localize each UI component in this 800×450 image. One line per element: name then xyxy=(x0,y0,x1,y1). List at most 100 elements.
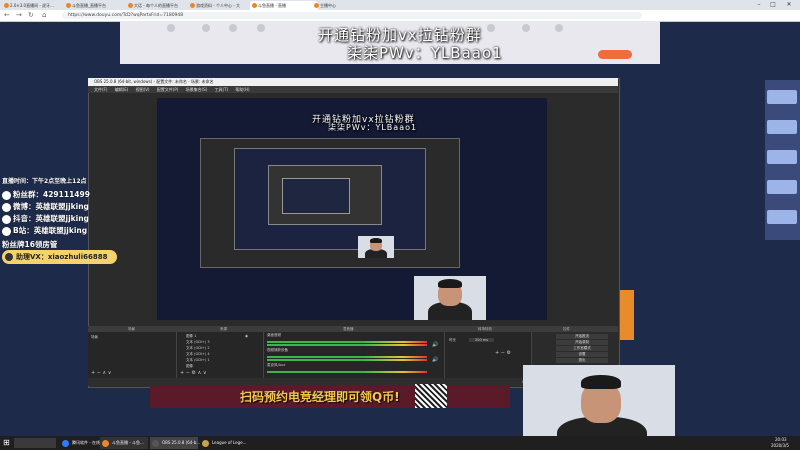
add-source-button[interactable]: + − ⚙ ∧ ∨ xyxy=(180,370,207,376)
browser-tab[interactable]: 游戏资料 - 个人中心 - 大 xyxy=(188,1,256,10)
browser-tab[interactable]: 主播中心 xyxy=(312,1,380,10)
speaker-icon[interactable]: 🔊 xyxy=(432,357,438,363)
source-item[interactable]: 文本 (GDI+) 2 xyxy=(186,346,210,351)
nav-item[interactable] xyxy=(515,24,537,34)
schedule-text: 直播时间：下午2点至晚上12点 xyxy=(2,178,87,185)
nav-item[interactable] xyxy=(195,24,217,34)
bilibili-line: B站：英雄联盟jjking xyxy=(2,225,87,236)
home-icon[interactable]: ⌂ xyxy=(42,11,46,19)
ad-block[interactable] xyxy=(767,180,797,194)
menu-item-view[interactable]: 视图(V) xyxy=(136,87,150,92)
source-item[interactable]: 文本 (GDI+) 1 xyxy=(186,358,210,363)
audio-meter xyxy=(267,344,427,346)
overlay-line-2: 柒柒PWv：YLBaao1 xyxy=(347,44,503,62)
chrome-icon xyxy=(102,440,109,447)
close-icon[interactable]: ✕ xyxy=(782,0,796,10)
nav-item[interactable] xyxy=(250,24,272,34)
wechat-assistant-badge: 助理VX：xiaozhuli66888 xyxy=(2,250,117,264)
tab-favicon-icon xyxy=(190,3,195,8)
source-item[interactable]: 文本 (GDI+) 4 xyxy=(186,352,210,357)
obs-title-bar: OBS 25.0.8 (64-bit, windows) - 配置文件: 未命名… xyxy=(88,78,618,86)
speaker-icon[interactable]: 🔊 xyxy=(432,342,438,348)
lol-icon xyxy=(202,440,209,447)
taskbar-item[interactable]: 腾讯软件 - 在线... xyxy=(60,437,104,449)
nav-icon xyxy=(202,24,210,32)
source-item[interactable]: 文本 (GDI+) 3 xyxy=(186,340,210,345)
ad-block[interactable] xyxy=(767,90,797,104)
wechat-icon xyxy=(5,253,13,261)
transitions-dock: 时长 300 ms + − ⚙ xyxy=(445,332,532,378)
mixer-label: 桌面音频 xyxy=(267,333,281,337)
webcam-preview xyxy=(358,236,394,258)
side-promo[interactable] xyxy=(620,290,634,340)
bilibili-icon xyxy=(2,226,11,236)
menu-item-tools[interactable]: 工具(T) xyxy=(215,87,229,92)
side-ad-panel xyxy=(765,80,800,240)
menu-item-scenes[interactable]: 场景集合(S) xyxy=(186,87,208,92)
mixer-label: 视频捕获设备 xyxy=(267,348,288,352)
weibo-icon xyxy=(2,202,11,212)
reload-icon[interactable]: ↻ xyxy=(28,11,34,19)
nav-icon xyxy=(487,24,495,32)
menu-item-help[interactable]: 帮助(H) xyxy=(235,87,249,92)
tab-favicon-icon xyxy=(66,3,71,8)
browser-tab-active[interactable]: 斗鱼直播 - 直播 xyxy=(250,1,318,10)
audio-meter xyxy=(267,371,427,373)
menu-item-profile[interactable]: 配置文件(P) xyxy=(157,87,179,92)
nav-item[interactable] xyxy=(160,24,182,34)
nav-icon xyxy=(522,24,530,32)
sources-dock[interactable]: 图像 1 文本 (GDI+) 3 文本 (GDI+) 2 文本 (GDI+) 4… xyxy=(177,332,264,378)
transition-buttons[interactable]: + − ⚙ xyxy=(495,350,511,356)
audio-meter xyxy=(267,359,427,361)
transition-label: 时长 xyxy=(449,338,456,342)
exit-button[interactable]: 退出 xyxy=(556,358,608,363)
ad-block[interactable] xyxy=(767,210,797,224)
tab-favicon-icon xyxy=(4,3,9,8)
browser-tab[interactable]: 2.0×3.0直播间 - 虎牙... xyxy=(2,1,70,10)
douyin-line: 抖音：英雄联盟jjking xyxy=(2,213,89,224)
qr-code xyxy=(415,384,447,408)
source-item[interactable]: 图像 1 xyxy=(186,334,196,339)
obs-menu-bar: 文件(F) 编辑(E) 视图(V) 配置文件(P) 场景集合(S) 工具(T) … xyxy=(88,86,618,93)
nav-icon xyxy=(167,24,175,32)
source-item[interactable]: 图像 xyxy=(186,364,193,369)
tab-favicon-icon xyxy=(314,3,319,8)
nested-preview xyxy=(282,178,350,214)
studio-mode-button[interactable]: 工作室模式 xyxy=(556,346,608,351)
visibility-icon[interactable]: ◉ xyxy=(245,334,248,338)
start-icon[interactable]: ⊞ xyxy=(3,438,10,447)
menu-item-edit[interactable]: 编辑(E) xyxy=(115,87,129,92)
minimize-icon[interactable]: – xyxy=(752,0,766,10)
taskbar-item[interactable]: OBS 25.0.8 (64-b... xyxy=(150,437,200,449)
transition-duration-input[interactable]: 300 ms xyxy=(469,338,495,342)
ad-block[interactable] xyxy=(767,150,797,164)
taskbar-search[interactable] xyxy=(14,438,56,448)
nav-item[interactable] xyxy=(548,24,570,34)
address-input[interactable]: https://www.douyu.com/TcD?wqPartxFrid=71… xyxy=(62,12,642,19)
fan-badge-text: 粉丝牌16领房管 xyxy=(2,240,58,249)
nav-item[interactable] xyxy=(480,24,502,34)
preview-overlay-line-2: 柒柒PWv：YLBaao1 xyxy=(328,123,418,132)
add-scene-button[interactable]: + − ∧ ∨ xyxy=(91,370,111,376)
maximize-icon[interactable]: □ xyxy=(766,0,780,10)
ad-block[interactable] xyxy=(767,120,797,134)
nav-icon xyxy=(555,24,563,32)
qq-icon xyxy=(2,190,11,200)
menu-item-file[interactable]: 文件(F) xyxy=(94,87,107,92)
site-action-button[interactable] xyxy=(598,50,632,59)
scenes-dock[interactable]: 场景 + − ∧ ∨ xyxy=(88,332,177,378)
audio-meter xyxy=(267,356,427,358)
taskbar-item[interactable]: 斗鱼直播 - 斗鱼... xyxy=(100,437,148,449)
back-icon[interactable]: ← xyxy=(4,11,10,19)
forward-icon[interactable]: → xyxy=(16,11,22,19)
start-recording-button[interactable]: 开始录制 xyxy=(556,340,608,345)
mixer-label: 麦克风/Aux xyxy=(267,363,286,367)
browser-tab[interactable]: 大话 - 每个人的直播平台 xyxy=(126,1,194,10)
nav-item[interactable] xyxy=(222,24,244,34)
start-streaming-button[interactable]: 开始推流 xyxy=(556,334,608,339)
settings-button[interactable]: 设置 xyxy=(556,352,608,357)
browser-tab[interactable]: 斗鱼直播_直播平台 xyxy=(64,1,132,10)
scene-item[interactable]: 场景 xyxy=(91,335,98,340)
douyin-icon xyxy=(2,214,11,224)
taskbar-item[interactable]: League of Lege... xyxy=(200,437,248,449)
